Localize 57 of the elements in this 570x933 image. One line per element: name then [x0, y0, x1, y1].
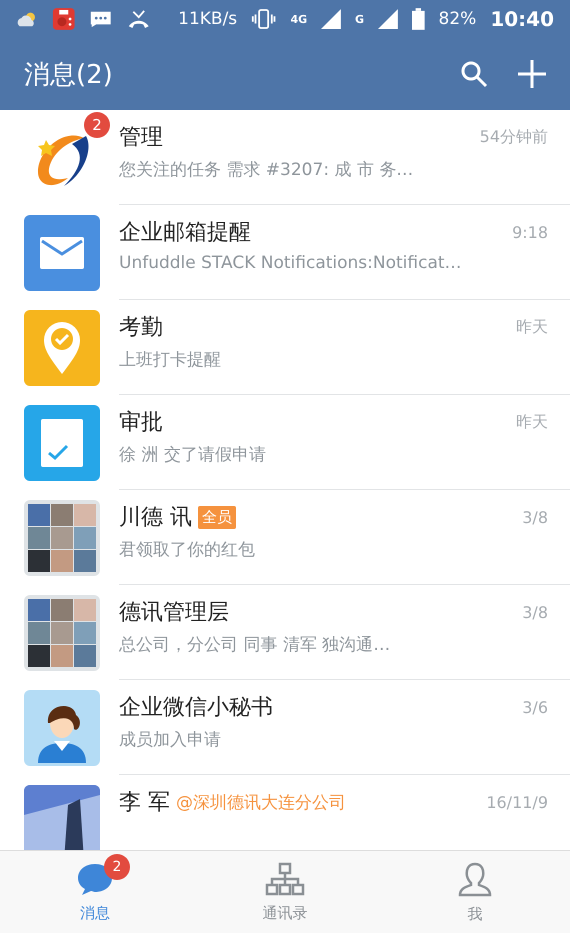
approval-icon	[24, 404, 100, 480]
conversation-row[interactable]: 2 管理 54分钟前 您关注的任务 需求 #3207: 成 市 务…	[0, 110, 570, 205]
conversation-title: 考勤	[119, 314, 163, 342]
message-preview: 成员加入申请	[119, 729, 222, 751]
signal-icon	[321, 8, 341, 30]
mention-text: @深圳德讯大连分公司	[176, 792, 346, 814]
secretary-avatar-icon	[24, 690, 100, 766]
unread-count: 2	[84, 112, 110, 138]
network-type: 4G	[290, 12, 308, 26]
message-time: 昨天	[516, 316, 548, 338]
conversation-row[interactable]: 德讯管理层 3/8 总公司，分公司 同事 清军 独沟通…	[0, 585, 570, 680]
conversation-title: 德讯管理层	[119, 599, 229, 627]
message-preview: 上班打卡提醒	[119, 349, 222, 371]
signal-icon	[378, 8, 398, 30]
mail-icon	[24, 214, 100, 290]
group-tag: 全员	[198, 506, 236, 528]
conversation-row[interactable]: 审批 昨天 徐 洲 交了请假申请	[0, 395, 570, 490]
network-speed: 11KB/s	[178, 9, 238, 29]
message-time: 3/8	[522, 602, 548, 622]
chat-icon	[76, 862, 114, 896]
message-time: 54分钟前	[480, 126, 548, 148]
conversation-row[interactable]: 企业邮箱提醒 9:18 Unfuddle STACK Notifications:Notificat…	[0, 205, 570, 300]
search-icon[interactable]	[460, 60, 488, 88]
conversation-title: 管理	[119, 124, 163, 152]
radio-icon	[52, 6, 76, 32]
message-preview: 您关注的任务 需求 #3207: 成 市 务…	[119, 159, 414, 181]
conversation-title: 审批	[119, 409, 163, 437]
page-title: 消息(2)	[24, 58, 114, 92]
conversation-title: 川德 讯	[119, 504, 192, 532]
conversation-row[interactable]: 企业微信小秘书 3/6 成员加入申请	[0, 680, 570, 775]
battery-level: 82%	[438, 9, 476, 29]
vibrate-icon	[251, 8, 276, 30]
location-icon	[24, 310, 100, 386]
clock: 10:40	[490, 7, 554, 31]
conversation-title: 企业微信小秘书	[119, 694, 273, 722]
message-preview: 君领取了你的红包	[119, 539, 256, 561]
message-preview: 总公司，分公司 同事 清军 独沟通…	[119, 634, 392, 656]
battery-icon	[412, 7, 425, 31]
cloud-icon	[16, 11, 38, 27]
person-icon	[457, 860, 493, 896]
message-time: 3/6	[522, 698, 548, 716]
message-icon	[89, 9, 113, 29]
message-time: 16/11/9	[486, 792, 548, 812]
organization-icon	[265, 862, 305, 896]
unread-count: 2	[104, 854, 130, 880]
conversation-title: 李 军	[119, 789, 170, 817]
message-time: 昨天	[516, 412, 548, 432]
network-type: G	[355, 12, 364, 26]
message-preview: 徐 洲 交了请假申请	[119, 444, 267, 466]
conversation-row[interactable]: 川德 讯 全员 3/8 君领取了你的红包	[0, 490, 570, 585]
conversation-row[interactable]: 考勤 昨天 上班打卡提醒	[0, 300, 570, 395]
message-time: 3/8	[522, 508, 548, 526]
message-time: 9:18	[512, 222, 548, 242]
message-preview: Unfuddle STACK Notifications:Notificat…	[119, 253, 463, 273]
conversation-title: 企业邮箱提醒	[119, 219, 251, 247]
add-icon[interactable]	[518, 60, 546, 88]
nav-tab[interactable]: 2 消息	[0, 851, 190, 933]
